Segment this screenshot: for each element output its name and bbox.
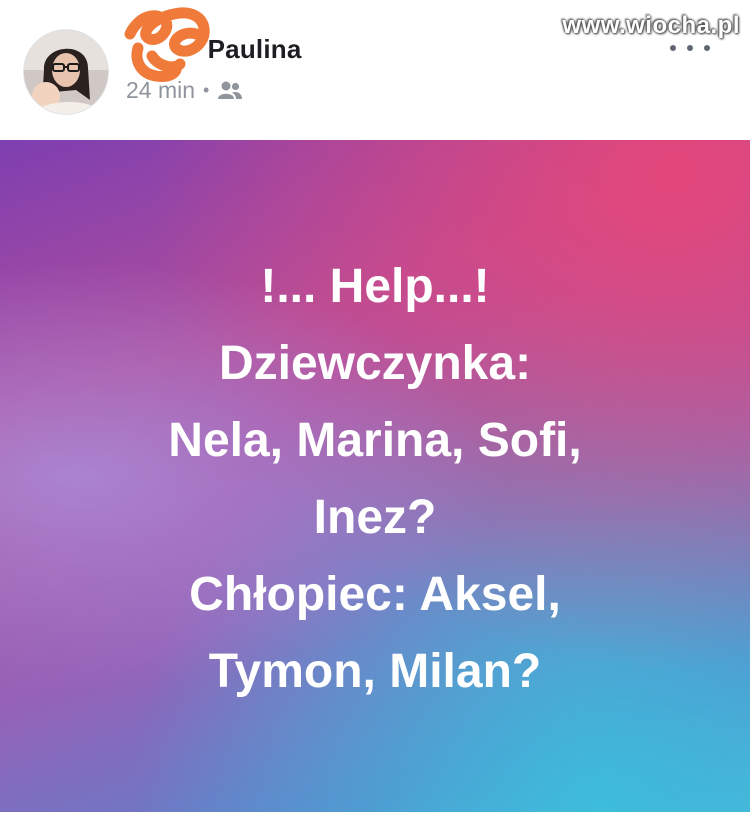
bottom-divider xyxy=(0,812,750,817)
more-dot xyxy=(687,45,693,51)
friends-icon[interactable] xyxy=(217,80,243,100)
watermark: www.wiocha.pl xyxy=(562,12,740,39)
post-background-card: !... Help...! Dziewczynka: Nela, Marina,… xyxy=(0,140,750,812)
author-name-text[interactable]: Paulina xyxy=(208,34,302,64)
post-text-line: !... Help...! xyxy=(260,260,490,313)
post-text-line: Dziewczynka: xyxy=(218,337,532,390)
name-scribble xyxy=(124,7,210,82)
post-text-line: Nela, Marina, Sofi, xyxy=(168,414,582,467)
post-meta: 24 min • xyxy=(126,76,243,104)
post-text-line: Chłopiec: Aksel, xyxy=(189,568,561,621)
post-timestamp[interactable]: 24 min xyxy=(126,77,195,104)
post-text-line: Inez? xyxy=(313,491,437,544)
more-options-button[interactable] xyxy=(670,38,710,58)
post-text-line: Tymon, Milan? xyxy=(208,645,542,698)
more-dot xyxy=(704,45,710,51)
meta-separator: • xyxy=(203,79,210,100)
post-text: !... Help...! Dziewczynka: Nela, Marina,… xyxy=(0,248,750,710)
post-header: KaPaulina 24 min • www.wiocha.pl xyxy=(0,0,750,140)
author-avatar[interactable] xyxy=(24,30,108,114)
more-dot xyxy=(670,45,676,51)
